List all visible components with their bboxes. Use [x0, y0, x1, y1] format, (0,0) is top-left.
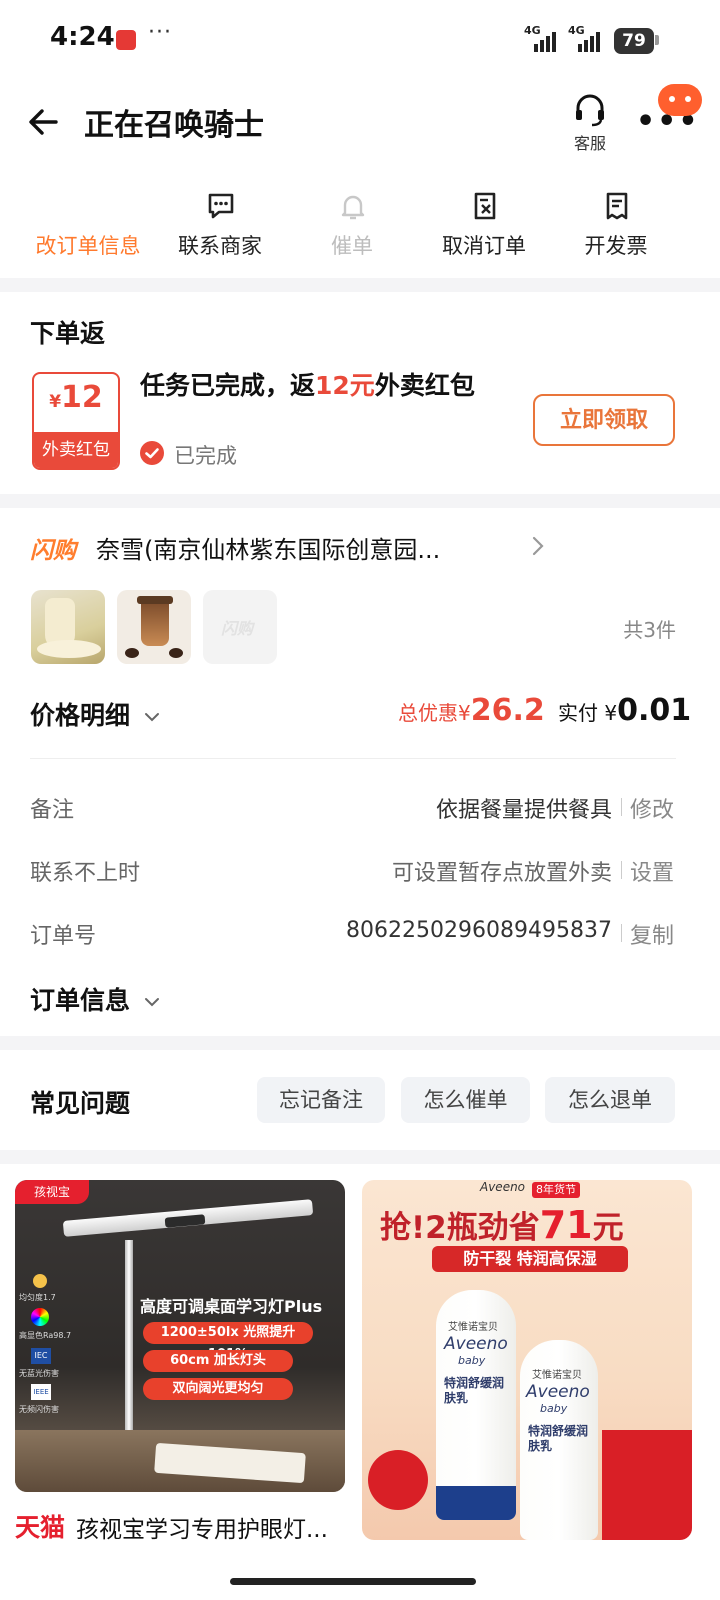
coupon-amount: ¥12: [49, 380, 103, 415]
brand-badge: 孩视宝: [15, 1180, 89, 1204]
ad1-headline: 高度可调桌面学习灯Plus: [140, 1297, 323, 1316]
order-actions-bar: 改订单信息 联系商家 催单 取消订单 开发票: [0, 174, 720, 278]
ad1-pill: 1200±50lx 光照提升101%: [143, 1322, 313, 1362]
divider: [30, 758, 676, 759]
battery-tip: [655, 35, 659, 45]
unreachable-label: 联系不上时: [30, 861, 141, 886]
red-packet-coupon: ¥12 外卖红包: [32, 372, 120, 470]
invoice-button[interactable]: 开发票: [551, 174, 681, 278]
chevron-down-icon: [144, 713, 159, 722]
network-label: 4G: [568, 24, 585, 37]
tmall-logo: 天猫: [15, 1513, 66, 1542]
coupon-label: 外卖红包: [34, 432, 118, 468]
order-info-toggle[interactable]: 订单信息: [30, 981, 161, 1017]
edit-order-label: 改订单信息: [35, 234, 141, 258]
ad1-side-label: 均匀度1.7: [19, 1293, 56, 1302]
product-thumb-cheese[interactable]: [31, 590, 105, 664]
faq-chip-urge[interactable]: 怎么催单: [401, 1077, 530, 1123]
remark-label: 备注: [30, 798, 75, 823]
gift-box: [602, 1430, 692, 1540]
contact-merchant-button[interactable]: 联系商家: [155, 174, 285, 278]
set-dropoff-link[interactable]: 设置: [630, 855, 674, 887]
battery-icon: 79: [614, 28, 654, 54]
back-arrow-icon[interactable]: [26, 102, 66, 142]
network-label: 4G: [524, 24, 541, 37]
clock: 4:24: [50, 22, 115, 52]
bell-icon: [341, 195, 365, 220]
placeholder-logo: 闪购: [221, 619, 254, 638]
invoice-icon: [606, 192, 628, 220]
task-description: 任务已完成，返12元外卖红包: [140, 371, 475, 400]
ad1-pill: 双向阔光更均匀: [143, 1378, 293, 1400]
paid-amount: 实付 ¥0.01: [558, 693, 692, 728]
ad2-brand-top: Aveeno: [480, 1180, 526, 1194]
more-notifications-icon: ···: [148, 20, 172, 45]
ad2-subline: 防干裂 特润高保湿: [432, 1246, 628, 1272]
urge-order-label: 催单: [331, 234, 373, 258]
headset-icon: [576, 94, 604, 127]
reward-section-title: 下单返: [30, 319, 106, 348]
invoice-label: 开发票: [584, 234, 648, 258]
product-thumb-placeholder[interactable]: 闪购: [203, 590, 277, 664]
faq-chip-forgot-remark[interactable]: 忘记备注: [257, 1077, 385, 1123]
remark-value: 依据餐量提供餐具: [435, 798, 612, 823]
cancel-doc-icon: [474, 192, 496, 220]
ad-lamp-card[interactable]: 孩视宝 高度可调桌面学习灯Plus 1200±50lx 光照提升101% 60c…: [15, 1180, 345, 1492]
lotion-tube-1: 艾惟诺宝贝 Aveeno baby 特润舒缓润肤乳: [436, 1290, 516, 1520]
chat-bubble-icon[interactable]: [658, 84, 702, 116]
order-number-value: 8062250296089495837: [346, 918, 612, 943]
task-status: 已完成: [174, 444, 237, 468]
ad1-side-label: 高显色Ra98.7: [19, 1331, 72, 1340]
contact-merchant-label: 联系商家: [178, 234, 262, 258]
order-detail-card: [0, 508, 720, 1036]
ad2-headline: 抢!2瓶劲省71元: [380, 1203, 624, 1247]
customer-service-button[interactable]: 客服: [567, 88, 613, 154]
flash-buy-badge: 闪购: [30, 538, 76, 564]
faq-title: 常见问题: [30, 1089, 131, 1118]
cancel-order-label: 取消订单: [442, 234, 526, 258]
app-notification-icon: [116, 30, 136, 50]
ad1-side-label: 无蓝光伤害: [19, 1369, 59, 1378]
ad-aveeno-card[interactable]: Aveeno 8年货节 抢!2瓶劲省71元 防干裂 特润高保湿 艾惟诺宝贝 Av…: [362, 1180, 692, 1540]
chevron-down-icon: [144, 998, 159, 1007]
ad2-festival-badge: 8年货节: [532, 1182, 580, 1198]
separator: [621, 861, 622, 879]
product-thumb-drink[interactable]: [117, 590, 191, 664]
top-nav: 正在召唤骑士 客服 •••: [0, 84, 720, 174]
lucky-bag: [368, 1450, 428, 1510]
urge-order-button[interactable]: 催单: [287, 174, 417, 278]
customer-service-label: 客服: [573, 134, 606, 153]
signal-icon: 4G: [568, 24, 608, 52]
separator: [621, 924, 622, 942]
separator: [621, 798, 622, 816]
store-name[interactable]: 奈雪(南京仙林紫东国际创意园...: [96, 530, 506, 565]
ad1-side-label: 无频闪伤害: [19, 1405, 59, 1414]
order-number-label: 订单号: [30, 924, 97, 949]
ad1-title[interactable]: 孩视宝学习专用护眼灯...: [76, 1510, 346, 1544]
claim-now-button[interactable]: 立即领取: [533, 394, 675, 446]
signal-icon: 4G: [524, 24, 564, 52]
ad1-pill: 60cm 加长灯头: [143, 1350, 293, 1372]
page-title: 正在召唤骑士: [84, 108, 264, 143]
unreachable-value: 可设置暂存点放置外卖: [391, 861, 612, 886]
total-discount: 总优惠¥26.2: [398, 693, 545, 728]
copy-order-link[interactable]: 复制: [630, 918, 674, 950]
check-icon: [140, 441, 164, 465]
faq-chip-refund[interactable]: 怎么退单: [545, 1077, 675, 1123]
cancel-order-button[interactable]: 取消订单: [419, 174, 549, 278]
chevron-right-icon[interactable]: [530, 534, 546, 562]
home-indicator: [230, 1578, 476, 1585]
chat-icon: [208, 193, 234, 219]
price-detail-toggle[interactable]: 价格明细: [30, 696, 161, 732]
edit-order-button[interactable]: 改订单信息: [23, 174, 153, 278]
edit-remark-link[interactable]: 修改: [630, 792, 674, 824]
status-bar: 4:24 ··· 4G 4G 79: [0, 0, 720, 84]
lotion-tube-2: 艾惟诺宝贝 Aveeno baby 特润舒缓润肤乳: [520, 1340, 598, 1540]
item-count: 共3件: [623, 618, 676, 642]
